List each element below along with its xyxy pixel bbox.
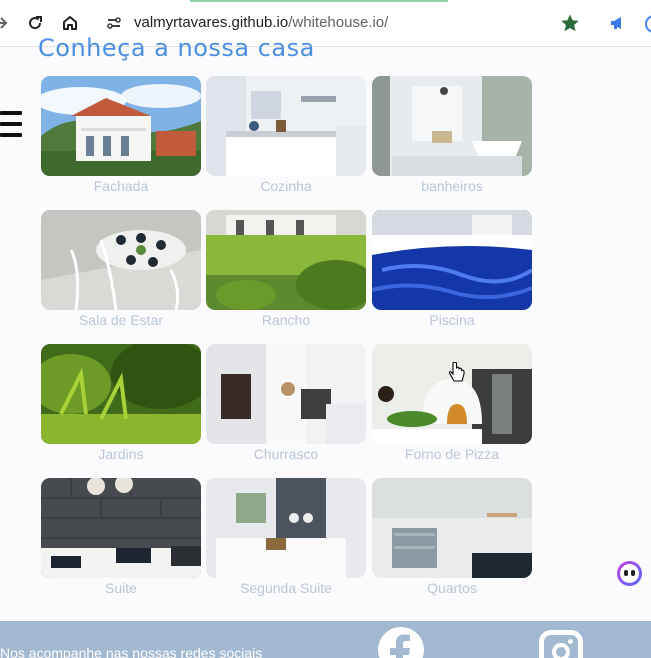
forward-icon[interactable] — [0, 14, 8, 32]
hand-cursor-icon — [448, 361, 466, 389]
chat-widget-icon[interactable] — [617, 561, 642, 586]
gallery-caption: Sala de Estar — [78, 312, 164, 328]
gallery-item-cozinha[interactable]: Cozinha — [206, 76, 366, 194]
gallery-caption: Churrasco — [253, 446, 319, 462]
site-info-icon[interactable] — [106, 15, 122, 31]
quartos-photo[interactable] — [372, 478, 532, 578]
forno-de-pizza-photo[interactable] — [372, 344, 532, 444]
hamburger-menu-icon[interactable] — [0, 111, 22, 137]
footer-text: Nos acompanhe nas nossas redes sociais — [0, 645, 263, 658]
gallery-caption: Rancho — [261, 312, 311, 328]
gallery-item-churrasco[interactable]: Churrasco — [206, 344, 366, 462]
facebook-icon[interactable] — [378, 627, 424, 658]
churrasco-photo[interactable] — [206, 344, 366, 444]
banheiros-photo[interactable] — [372, 76, 532, 176]
url-path: /whitehouse.io/ — [288, 14, 389, 31]
gallery-item-quartos[interactable]: Quartos — [372, 478, 532, 596]
address-bar[interactable]: valmyrtavares.github.io/whitehouse.io/ — [134, 14, 388, 31]
gallery-item-sala-de-estar[interactable]: Sala de Estar — [41, 210, 201, 328]
home-icon[interactable] — [61, 14, 79, 32]
reload-icon[interactable] — [26, 14, 44, 32]
gallery-item-fachada[interactable]: Fachada — [41, 76, 201, 194]
segunda-suite-photo[interactable] — [206, 478, 366, 578]
gallery-caption: Forno de Pizza — [404, 446, 500, 462]
gallery-caption: banheiros — [421, 178, 483, 194]
gallery-item-segunda-suite[interactable]: Segunda Suite — [206, 478, 366, 596]
profile-avatar-icon[interactable] — [645, 15, 651, 33]
gallery-caption: Piscina — [429, 312, 475, 328]
gallery-item-suite[interactable]: Suite — [41, 478, 201, 596]
gallery-item-piscina[interactable]: Piscina — [372, 210, 532, 328]
suite-photo[interactable] — [41, 478, 201, 578]
sala-de-estar-photo[interactable] — [41, 210, 201, 310]
gallery-caption: Segunda Suite — [240, 580, 332, 596]
bookmark-star-icon[interactable] — [560, 13, 580, 33]
instagram-icon[interactable] — [539, 630, 583, 658]
gallery-item-banheiros[interactable]: banheiros — [372, 76, 532, 194]
gallery-caption: Cozinha — [260, 178, 312, 194]
cozinha-photo[interactable] — [206, 76, 366, 176]
url-host: valmyrtavares.github.io — [134, 14, 289, 31]
jardins-photo[interactable] — [41, 344, 201, 444]
piscina-photo[interactable] — [372, 210, 532, 310]
page-title: Conheça a nossa casa — [38, 34, 315, 62]
gallery-caption: Suite — [105, 580, 137, 596]
rancho-photo[interactable] — [206, 210, 366, 310]
megaphone-icon[interactable] — [609, 15, 625, 31]
footer: Nos acompanhe nas nossas redes sociais — [0, 621, 651, 658]
gallery-caption: Jardins — [98, 446, 144, 462]
fachada-photo[interactable] — [41, 76, 201, 176]
gallery-caption: Fachada — [93, 178, 149, 194]
gallery-item-rancho[interactable]: Rancho — [206, 210, 366, 328]
page-load-progress — [190, 0, 448, 2]
gallery-caption: Quartos — [427, 580, 477, 596]
gallery-item-jardins[interactable]: Jardins — [41, 344, 201, 462]
